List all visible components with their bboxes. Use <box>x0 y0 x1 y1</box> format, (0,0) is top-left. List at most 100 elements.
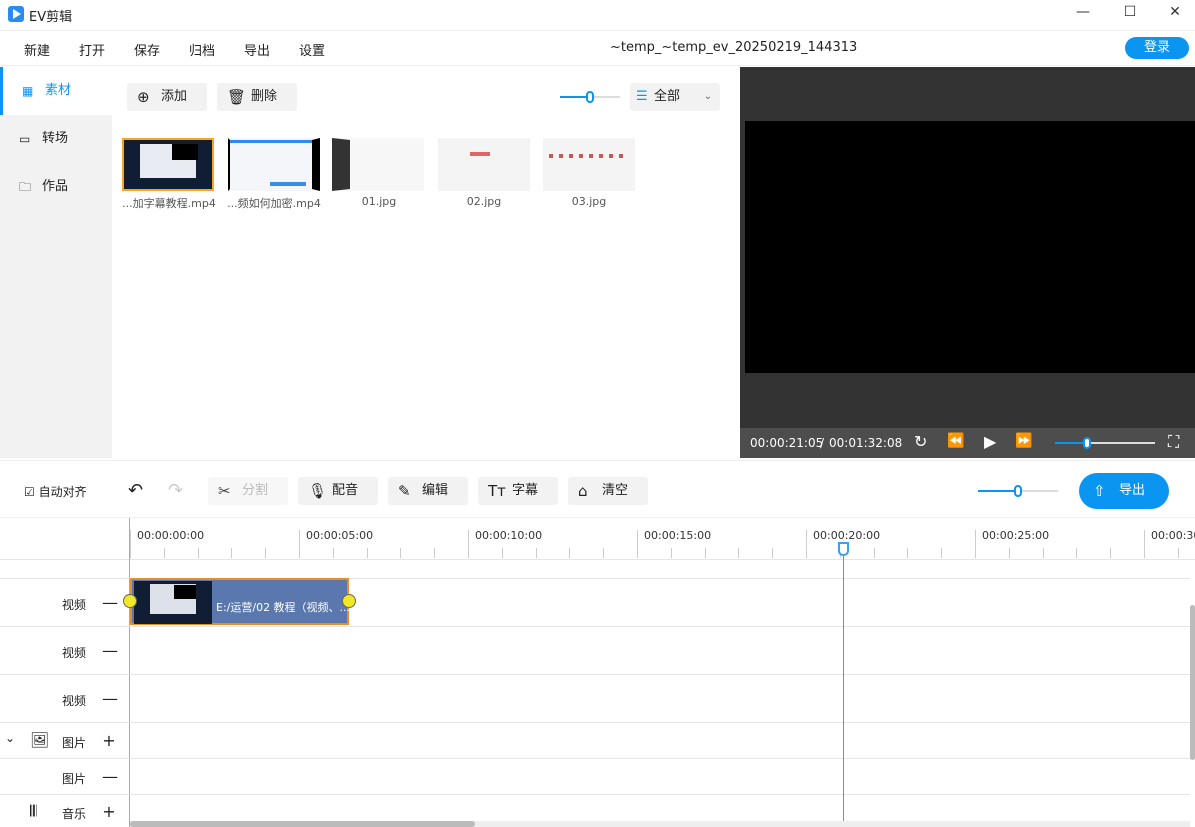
fullscreen-icon[interactable]: ⛶ <box>1168 432 1179 452</box>
grid-icon: ▦ <box>22 84 34 98</box>
login-button[interactable]: 登录 <box>1125 37 1189 59</box>
media-thumbnail[interactable] <box>122 138 214 191</box>
menu-export[interactable]: 导出 <box>244 40 270 59</box>
horizontal-scrollbar[interactable] <box>130 821 1190 827</box>
timeline-zoom-knob[interactable] <box>1014 485 1022 497</box>
scrollbar-thumb[interactable] <box>130 821 475 827</box>
chevron-down-icon[interactable]: ⌄ <box>5 731 15 745</box>
menu-open[interactable]: 打开 <box>79 40 105 59</box>
subtitle-button[interactable]: Tт 字幕 <box>478 477 558 505</box>
sidebar-item-transitions[interactable]: ▭ 转场 <box>0 115 112 163</box>
remove-track-button[interactable]: — <box>102 641 118 660</box>
folder-icon: 🗀 <box>19 180 32 194</box>
menu-archive[interactable]: 归档 <box>189 40 215 59</box>
sidebar-item-works[interactable]: 🗀 作品 <box>0 163 112 211</box>
project-name: ~temp_~temp_ev_20250219_144313 <box>610 40 858 55</box>
dub-button[interactable]: 🎙 配音 <box>298 477 378 505</box>
ruler-tick <box>806 530 807 558</box>
ruler-tick <box>704 548 706 558</box>
delete-label: 删除 <box>251 89 278 104</box>
sidebar-item-materials[interactable]: ▦ 素材 <box>0 67 112 115</box>
sidebar-item-label: 转场 <box>42 131 69 146</box>
ruler-tick <box>772 548 774 558</box>
media-thumbnail[interactable] <box>332 138 424 191</box>
clear-button[interactable]: ⌂ 清空 <box>568 477 648 505</box>
ruler-tick <box>637 530 638 558</box>
remove-track-button[interactable]: — <box>102 767 118 786</box>
ruler-tick <box>1177 548 1179 558</box>
film-icon: ▭ <box>19 132 31 146</box>
redo-icon[interactable]: ↷ <box>168 480 183 501</box>
maximize-button[interactable]: ☐ <box>1115 4 1145 24</box>
ruler-tick <box>738 548 740 558</box>
split-label: 分割 <box>242 483 269 498</box>
image-icon: 🖼 <box>30 731 50 749</box>
ruler-tick <box>366 548 368 558</box>
delete-button[interactable]: 🗑 删除 <box>217 83 297 111</box>
add-track-button[interactable]: + <box>102 731 116 750</box>
clip-end-handle[interactable] <box>342 594 356 608</box>
remove-track-button[interactable]: — <box>102 689 118 708</box>
timeline-clip[interactable]: E:/运营/02 教程（视频、... <box>130 578 350 625</box>
volume-knob[interactable] <box>1083 437 1091 449</box>
ruler-tick <box>434 548 436 558</box>
add-track-button[interactable]: + <box>102 802 116 821</box>
undo-icon[interactable]: ↶ <box>128 480 143 501</box>
volume-slider[interactable] <box>1055 442 1155 444</box>
edit-icon: ✎ <box>398 482 411 500</box>
edit-button[interactable]: ✎ 编辑 <box>388 477 468 505</box>
split-button[interactable]: ✂ 分割 <box>208 477 288 505</box>
ruler-label: 00:00:25:00 <box>982 529 1050 542</box>
media-thumbnail[interactable] <box>438 138 530 191</box>
timeline-track[interactable]: 图片 — <box>0 758 1190 794</box>
ruler-tick <box>873 548 875 558</box>
menu-new[interactable]: 新建 <box>24 40 50 59</box>
export-button[interactable]: ⇧ 导出 <box>1079 473 1169 509</box>
ruler-label: 00:00:30 <box>1151 529 1195 542</box>
media-name: 02.jpg <box>466 195 502 208</box>
timeline-track[interactable]: 图片 + 🖼 ⌄ <box>0 722 1190 758</box>
add-button[interactable]: ⊕ 添加 <box>127 83 207 111</box>
close-button[interactable]: ✕ <box>1160 4 1190 24</box>
plus-circle-icon: ⊕ <box>137 88 150 106</box>
export-label: 导出 <box>1119 483 1146 498</box>
rewind-icon[interactable]: ⏪ <box>947 433 964 449</box>
menu-save[interactable]: 保存 <box>134 40 160 59</box>
sidebar-item-label: 素材 <box>45 83 72 98</box>
trash-icon: 🗑 <box>227 88 247 106</box>
media-thumbnail[interactable] <box>228 138 320 191</box>
remove-track-button[interactable]: — <box>102 593 118 612</box>
fast-forward-icon[interactable]: ⏩ <box>1015 433 1032 449</box>
edit-label: 编辑 <box>422 483 449 498</box>
scissors-icon: ✂ <box>218 482 231 500</box>
ruler-tick <box>941 548 943 558</box>
timeline-track[interactable]: 视频 — <box>0 674 1190 722</box>
ruler-label: 00:00:10:00 <box>475 529 543 542</box>
ruler-tick <box>163 548 165 558</box>
ruler-tick <box>332 548 334 558</box>
minimize-button[interactable]: — <box>1068 4 1098 24</box>
ruler-tick <box>1076 548 1078 558</box>
playhead-handle[interactable] <box>838 542 849 556</box>
subtitle-label: 字幕 <box>512 483 539 498</box>
ruler-tick <box>265 548 267 558</box>
vertical-scrollbar[interactable] <box>1190 605 1195 760</box>
playhead-line[interactable] <box>843 552 844 822</box>
menu-settings[interactable]: 设置 <box>299 40 325 59</box>
auto-align-checkbox[interactable]: ☑ 自动对齐 <box>24 483 87 500</box>
media-zoom-knob[interactable] <box>586 91 594 103</box>
clip-start-handle[interactable] <box>123 594 137 608</box>
play-icon[interactable]: ▶ <box>984 432 996 451</box>
video-preview[interactable] <box>745 121 1195 373</box>
timeline-track[interactable]: 视频 — <box>0 626 1190 674</box>
filter-dropdown[interactable]: ☰ 全部 ⌄ <box>630 83 720 111</box>
ruler-tick <box>1008 548 1010 558</box>
ruler-tick <box>231 548 233 558</box>
add-label: 添加 <box>161 89 188 104</box>
media-thumbnail[interactable] <box>543 138 635 191</box>
ruler-tick <box>569 548 571 558</box>
broom-icon: ⌂ <box>578 482 588 500</box>
ruler-label: 00:00:15:00 <box>644 529 712 542</box>
replay-icon[interactable]: ↻ <box>914 432 927 451</box>
ruler-tick <box>501 548 503 558</box>
